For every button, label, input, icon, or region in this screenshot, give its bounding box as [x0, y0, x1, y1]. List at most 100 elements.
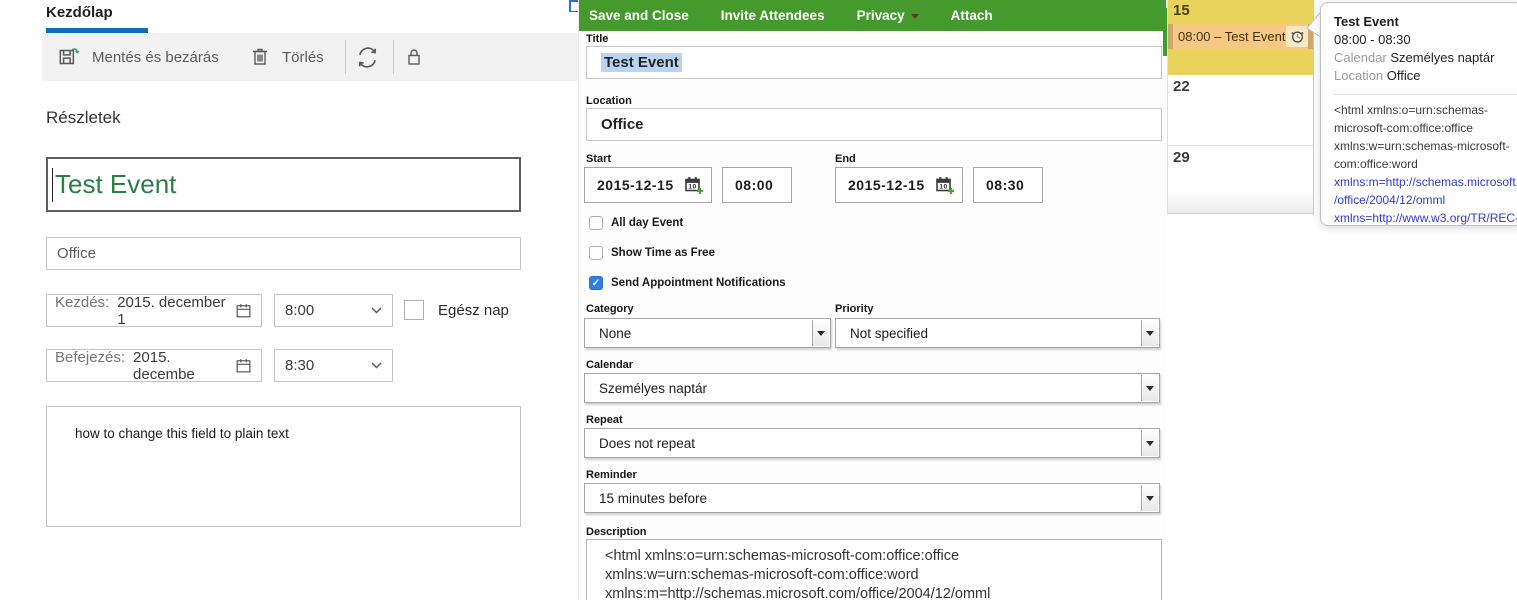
end-time-value: 08:30	[986, 177, 1025, 193]
notifications-label: Send Appointment Notifications	[611, 277, 786, 289]
start-date-value: 2015-12-15	[597, 177, 674, 193]
start-time-input[interactable]: 08:00	[722, 167, 792, 203]
ui-fragment-icon	[569, 0, 578, 12]
end-time-select[interactable]: 8:30	[274, 349, 393, 382]
end-label: Befejezés:	[55, 348, 126, 366]
delete-button[interactable]: Törlés	[248, 33, 324, 81]
delete-label: Törlés	[282, 48, 324, 66]
end-label: End	[835, 153, 856, 165]
title-input[interactable]: Test Event	[586, 46, 1162, 79]
calendar-event-chip[interactable]: 08:00 – Test Event	[1168, 24, 1313, 49]
event-title-field[interactable]: Test Event	[46, 157, 521, 212]
tooltip-location-row: Location Office	[1334, 67, 1517, 85]
end-time-input[interactable]: 08:30	[973, 167, 1043, 203]
repeat-select[interactable]: Does not repeat	[584, 428, 1160, 458]
priority-value: Not specified	[850, 325, 929, 341]
dropdown-arrow-icon	[817, 330, 825, 336]
description-textarea[interactable]: <html xmlns:o=urn:schemas-microsoft-com:…	[586, 539, 1162, 600]
privacy-menu-button[interactable]: Privacy	[857, 8, 919, 23]
category-label: Category	[586, 303, 634, 315]
invite-attendees-button[interactable]: Invite Attendees	[721, 8, 825, 23]
lock-icon	[402, 45, 426, 69]
dropdown-button[interactable]	[1141, 320, 1158, 346]
tooltip-body-line: <html xmlns:o=urn:schemas-	[1334, 103, 1489, 117]
save-and-close-button[interactable]: Mentés és bezárás	[56, 33, 219, 81]
tooltip-divider	[1334, 94, 1517, 95]
tooltip-body-link[interactable]: /office/2004/12/omml	[1334, 191, 1517, 209]
sync-button[interactable]	[354, 33, 381, 81]
day-cell-22[interactable]: 22	[1168, 75, 1313, 146]
start-time-value: 08:00	[735, 177, 774, 193]
date-picker-icon[interactable]: 10	[936, 176, 955, 195]
day-number: 15	[1173, 2, 1190, 19]
dropdown-arrow-icon	[1146, 330, 1154, 336]
dropdown-arrow-icon	[1146, 385, 1154, 391]
event-location-field[interactable]: Office	[46, 237, 521, 270]
tooltip-title: Test Event	[1334, 14, 1399, 29]
dropdown-button[interactable]	[1141, 430, 1158, 456]
end-date-picker[interactable]: Befejezés: 2015. decembe	[46, 348, 262, 383]
reminder-value: 15 minutes before	[599, 490, 708, 506]
text-cursor	[52, 168, 53, 202]
category-select[interactable]: None	[584, 318, 831, 348]
save-and-close-label: Save and Close	[589, 8, 689, 23]
calendar-select[interactable]: Személyes naptár	[584, 373, 1160, 403]
tab-kezdolap[interactable]: Kezdőlap	[46, 4, 113, 21]
location-label: Location	[586, 95, 632, 107]
details-heading: Részletek	[46, 108, 121, 127]
start-date-input[interactable]: 2015-12-15 10	[584, 167, 712, 203]
check-icon: ✓	[591, 278, 601, 289]
attach-button[interactable]: Attach	[951, 8, 993, 23]
end-time-value: 8:30	[285, 357, 315, 374]
dropdown-button[interactable]	[1141, 485, 1158, 511]
trash-icon	[248, 45, 272, 69]
location-input[interactable]: Office	[586, 108, 1162, 141]
day-cell-15[interactable]: 15 08:00 – Test Event	[1168, 0, 1313, 75]
tooltip-body-line: xmlns:w=urn:schemas-microsoft-	[1334, 139, 1510, 153]
allday-checkbox[interactable]	[404, 300, 424, 320]
allday-checkbox-row[interactable]: All day Event	[589, 216, 683, 230]
tooltip-location-value: Office	[1386, 68, 1421, 83]
day-cell-29[interactable]: 29	[1168, 146, 1313, 214]
svg-text:10: 10	[688, 183, 696, 190]
private-button[interactable]	[402, 33, 426, 81]
alarm-clock-icon	[1290, 29, 1305, 44]
tooltip-time-range: 08:00 - 08:30	[1334, 32, 1411, 47]
start-date-picker[interactable]: Kezdés: 2015. december 1	[46, 294, 262, 328]
svg-text:10: 10	[939, 183, 947, 190]
tooltip-body-line: microsoft-com:office:office	[1334, 121, 1473, 135]
show-free-checkbox[interactable]	[589, 246, 603, 260]
priority-select[interactable]: Not specified	[835, 318, 1160, 348]
start-label: Start	[586, 153, 612, 165]
allday-label: All day Event	[611, 217, 684, 229]
dropdown-button[interactable]	[1141, 375, 1158, 401]
notifications-checkbox-row[interactable]: ✓ Send Appointment Notifications	[589, 276, 786, 290]
calendar-value: Személyes naptár	[599, 380, 708, 396]
tooltip-body-link[interactable]: xmlns:m=http://schemas.microsoft.co	[1334, 173, 1517, 191]
notes-field[interactable]: how to change this field to plain text	[46, 406, 521, 527]
dropdown-button[interactable]	[812, 320, 829, 346]
allday-checkbox[interactable]	[589, 216, 603, 230]
start-time-select[interactable]: 8:00	[274, 294, 393, 327]
title-value: Test Event	[601, 53, 682, 72]
left-event-pane: Kezdőlap Mentés és bezárás Törlés Részle…	[0, 0, 578, 600]
attach-label: Attach	[950, 8, 993, 23]
repeat-value: Does not repeat	[599, 435, 696, 451]
date-picker-icon[interactable]: 10	[685, 176, 704, 195]
dropdown-arrow-icon	[1146, 440, 1154, 446]
tooltip-body-link[interactable]: xmlns=http://www.w3.org/TR/REC-	[1334, 209, 1517, 225]
save-and-close-button[interactable]: Save and Close	[589, 8, 689, 23]
end-date-value: 2015-12-15	[848, 177, 925, 193]
end-date-input[interactable]: 2015-12-15 10	[835, 167, 963, 203]
event-title-value: Test Event	[55, 169, 177, 199]
day-number: 22	[1173, 78, 1190, 95]
show-free-label: Show Time as Free	[611, 247, 715, 259]
event-resize-handle[interactable]	[1168, 24, 1173, 49]
reminder-select[interactable]: 15 minutes before	[584, 483, 1160, 513]
chevron-down-icon	[371, 362, 382, 369]
tooltip-calendar-row: Calendar Személyes naptár	[1334, 49, 1517, 67]
location-value: Office	[601, 116, 644, 133]
show-free-checkbox-row[interactable]: Show Time as Free	[589, 246, 715, 260]
start-time-value: 8:00	[285, 302, 315, 319]
notifications-checkbox[interactable]: ✓	[589, 276, 603, 290]
